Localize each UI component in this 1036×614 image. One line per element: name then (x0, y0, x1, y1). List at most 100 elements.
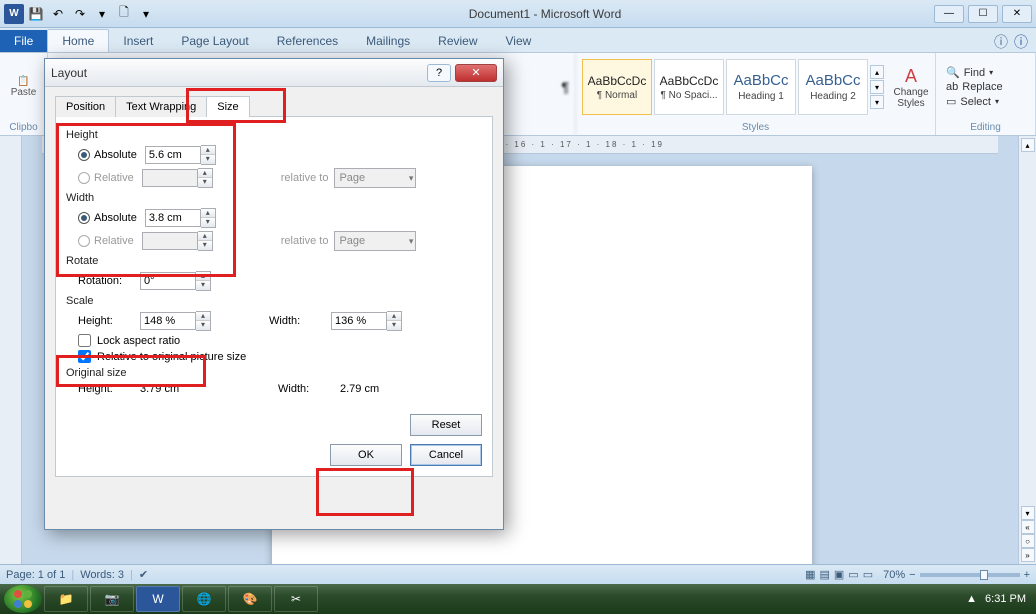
layout-dialog: Layout ? ✕ Position Text Wrapping Size H… (44, 58, 504, 530)
qat-icon[interactable]: ▾ (92, 4, 112, 24)
orig-width-label: Width: (278, 383, 332, 395)
minimize-button[interactable]: — (934, 5, 964, 23)
paste-button[interactable]: 📋Paste (6, 59, 41, 115)
cancel-button[interactable]: Cancel (410, 444, 482, 466)
task-explorer[interactable]: 📁 (44, 586, 88, 612)
tab-size[interactable]: Size (206, 96, 249, 117)
width-absolute-input[interactable]: ▴▾ (145, 208, 216, 228)
rotate-section-label: Rotate (66, 255, 482, 267)
styles-gallery[interactable]: AaBbCcDc¶ Normal AaBbCcDc¶ No Spaci... A… (582, 59, 936, 115)
relative-to-label: relative to (281, 172, 329, 184)
width-relative-input: ▴▾ (142, 231, 213, 251)
zoom-level[interactable]: 70% (883, 569, 905, 581)
find-icon: 🔍 (946, 66, 960, 79)
zoom-in-icon[interactable]: + (1024, 569, 1030, 581)
new-icon[interactable]: 🗋 (114, 4, 134, 24)
window-buttons: — ☐ ✕ (934, 5, 1032, 23)
qat-more-icon[interactable]: ▾ (136, 4, 156, 24)
styles-up-icon[interactable]: ▴ (870, 65, 884, 79)
close-button[interactable]: ✕ (1002, 5, 1032, 23)
find-button[interactable]: 🔍Find▾ (946, 66, 1003, 79)
tab-insert[interactable]: Insert (109, 30, 167, 52)
status-words[interactable]: Words: 3 (80, 569, 124, 581)
view-web-icon[interactable]: ▣ (834, 568, 844, 581)
height-absolute-radio[interactable]: Absolute (78, 149, 137, 161)
maximize-button[interactable]: ☐ (968, 5, 998, 23)
redo-icon[interactable]: ↷ (70, 4, 90, 24)
dialog-close-button[interactable]: ✕ (455, 64, 497, 82)
tray-clock[interactable]: 6:31 PM (985, 593, 1026, 605)
minimize-ribbon-icon[interactable]: ⓘ (994, 32, 1008, 52)
view-read-icon[interactable]: ▤ (819, 568, 829, 581)
dialog-tabs: Position Text Wrapping Size (55, 95, 493, 117)
relative-original-checkbox[interactable]: Relative to original picture size (78, 350, 482, 363)
tab-mailings[interactable]: Mailings (352, 30, 424, 52)
task-paint[interactable]: 🎨 (228, 586, 272, 612)
styles-more-icon[interactable]: ▾ (870, 95, 884, 109)
style-nospacing[interactable]: AaBbCcDc¶ No Spaci... (654, 59, 724, 115)
style-heading1[interactable]: AaBbCcHeading 1 (726, 59, 796, 115)
dialog-help-button[interactable]: ? (427, 64, 451, 82)
tab-file[interactable]: File (0, 30, 47, 52)
tab-pagelayout[interactable]: Page Layout (167, 30, 262, 52)
view-draft-icon[interactable]: ▭ (863, 568, 873, 581)
scroll-down-icon[interactable]: ▾ (1021, 506, 1035, 520)
scroll-up-icon[interactable]: ▴ (1021, 138, 1035, 152)
task-snip[interactable]: ✂ (274, 586, 318, 612)
zoom-out-icon[interactable]: − (909, 569, 915, 581)
width-relative-radio[interactable]: Relative (78, 235, 134, 247)
tab-position[interactable]: Position (55, 96, 116, 117)
task-chrome[interactable]: 🌐 (182, 586, 226, 612)
scale-section-label: Scale (66, 295, 482, 307)
save-icon[interactable]: 💾 (26, 4, 46, 24)
ok-button[interactable]: OK (330, 444, 402, 466)
rotation-label: Rotation: (78, 275, 132, 287)
system-tray[interactable]: ▲ 6:31 PM (966, 593, 1032, 605)
tab-wrapping[interactable]: Text Wrapping (115, 96, 207, 117)
reset-button[interactable]: Reset (410, 414, 482, 436)
group-styles-label: Styles (576, 121, 935, 135)
view-print-icon[interactable]: ▦ (805, 568, 815, 581)
scale-width-input[interactable]: ▴▾ (331, 311, 402, 331)
paragraph-mark-icon[interactable]: ¶ (561, 79, 569, 95)
change-styles-button[interactable]: AChange Styles (886, 59, 936, 115)
tab-review[interactable]: Review (424, 30, 491, 52)
prev-page-icon[interactable]: « (1021, 520, 1035, 534)
style-heading2[interactable]: AaBbCcHeading 2 (798, 59, 868, 115)
title-bar: W 💾 ↶ ↷ ▾ 🗋 ▾ Document1 - Microsoft Word… (0, 0, 1036, 28)
select-button[interactable]: ▭Select▾ (946, 95, 1003, 108)
height-relative-radio[interactable]: Relative (78, 172, 134, 184)
task-word[interactable]: W (136, 586, 180, 612)
browse-object-icon[interactable]: ○ (1021, 534, 1035, 548)
vertical-scrollbar[interactable]: ▴ ▾ « ○ » (1018, 136, 1036, 564)
styles-down-icon[interactable]: ▾ (870, 80, 884, 94)
dialog-titlebar[interactable]: Layout ? ✕ (45, 59, 503, 87)
tab-references[interactable]: References (263, 30, 352, 52)
window-title: Document1 - Microsoft Word (156, 7, 934, 21)
view-outline-icon[interactable]: ▭ (848, 568, 858, 581)
scale-height-input[interactable]: ▴▾ (140, 311, 211, 331)
status-page[interactable]: Page: 1 of 1 (6, 569, 65, 581)
tab-view[interactable]: View (492, 30, 546, 52)
tray-flag-icon[interactable]: ▲ (966, 593, 977, 605)
status-bar: Page: 1 of 1 | Words: 3 | ✔ ▦ ▤ ▣ ▭ ▭ 70… (0, 564, 1036, 584)
taskbar: 📁 📷 W 🌐 🎨 ✂ ▲ 6:31 PM (0, 584, 1036, 614)
rotation-input[interactable]: ▴▾ (140, 271, 211, 291)
zoom-slider[interactable] (920, 573, 1020, 577)
width-section-label: Width (66, 192, 482, 204)
tab-home[interactable]: Home (47, 29, 109, 52)
start-button[interactable] (4, 585, 42, 613)
quick-access-toolbar: W 💾 ↶ ↷ ▾ 🗋 ▾ (4, 4, 156, 24)
orig-height-label: Height: (78, 383, 132, 395)
task-app[interactable]: 📷 (90, 586, 134, 612)
height-absolute-input[interactable]: ▴▾ (145, 145, 216, 165)
height-relative-to-dropdown: Page▾ (334, 168, 416, 188)
width-absolute-radio[interactable]: Absolute (78, 212, 137, 224)
help-icon[interactable]: ⓘ (1014, 32, 1028, 52)
lock-aspect-checkbox[interactable]: Lock aspect ratio (78, 334, 482, 347)
style-normal[interactable]: AaBbCcDc¶ Normal (582, 59, 652, 115)
next-page-icon[interactable]: » (1021, 548, 1035, 562)
undo-icon[interactable]: ↶ (48, 4, 68, 24)
proofing-icon[interactable]: ✔ (139, 568, 148, 581)
replace-button[interactable]: abReplace (946, 81, 1003, 93)
